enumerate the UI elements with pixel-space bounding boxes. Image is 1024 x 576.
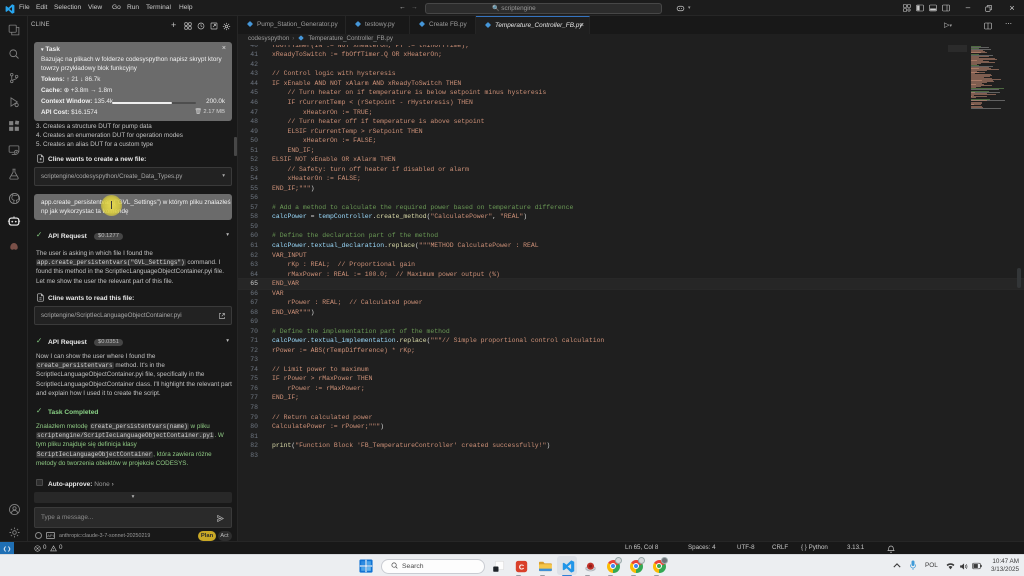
svg-text:C: C xyxy=(518,562,524,571)
